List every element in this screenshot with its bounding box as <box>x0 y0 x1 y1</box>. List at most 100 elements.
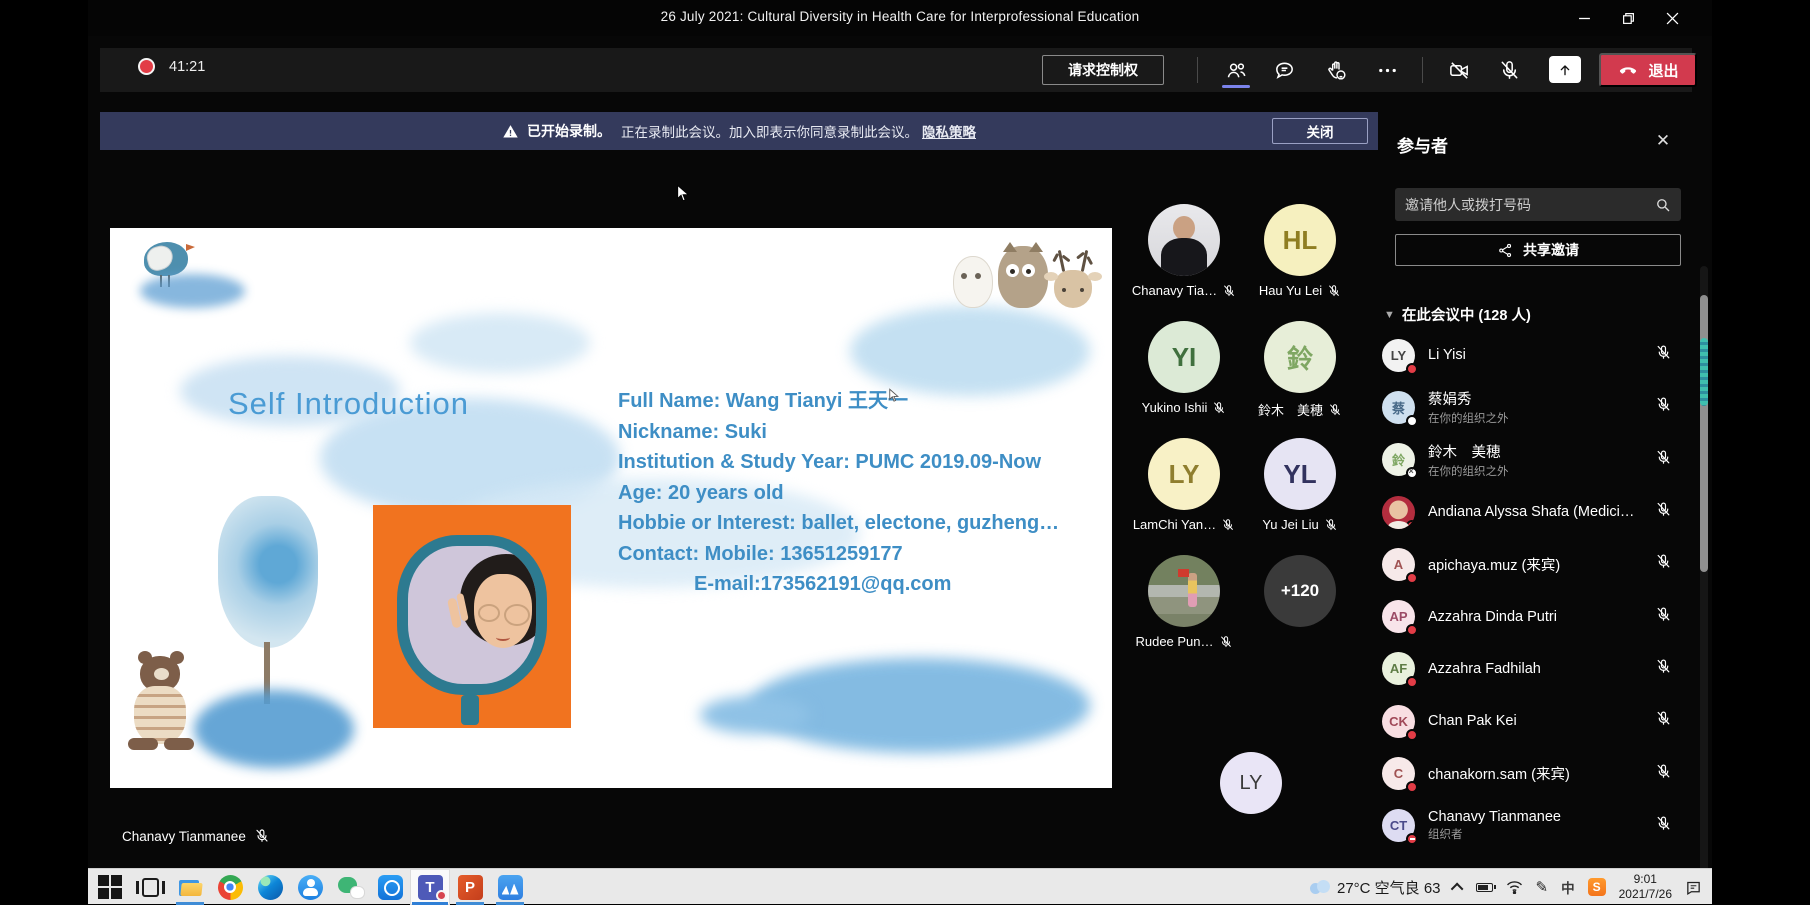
invite-search-input[interactable] <box>1395 197 1654 213</box>
tray-expand-icon[interactable] <box>1450 882 1463 895</box>
chat-button[interactable] <box>1271 58 1297 82</box>
participant-mic-button[interactable] <box>1655 815 1672 837</box>
qqapp-taskbar-button[interactable] <box>370 869 410 905</box>
video-tile-name-row: Yu Jei Liu <box>1262 517 1337 532</box>
restore-button[interactable] <box>1606 0 1650 36</box>
participant-row[interactable]: APAzzahra Dinda Putri <box>1382 590 1684 642</box>
wechat-taskbar-button[interactable] <box>330 869 370 905</box>
participant-row[interactable]: 蔡蔡娟秀在你的组织之外 <box>1382 381 1684 433</box>
start-taskbar-button[interactable] <box>90 869 130 905</box>
participants-button[interactable] <box>1223 58 1249 82</box>
participant-name: Chanavy Tianmanee <box>1428 809 1655 825</box>
participants-panel-title: 参与者 <box>1397 132 1448 157</box>
panel-close-button[interactable]: ✕ <box>1650 128 1676 154</box>
wifi-icon[interactable] <box>1506 880 1523 894</box>
invite-search-box <box>1395 188 1681 221</box>
recording-dot-icon <box>138 58 155 75</box>
explorer-taskbar-button[interactable] <box>170 869 210 905</box>
participant-row[interactable]: Andiana Alyssa Shafa (Medici… <box>1382 486 1684 538</box>
participant-mic-button[interactable] <box>1655 606 1672 628</box>
in-meeting-section-header[interactable]: ▼ 在此会议中 (128 人) <box>1384 304 1531 325</box>
pen-input-icon[interactable]: ✎ <box>1536 878 1549 896</box>
slide-info-line: Institution & Study Year: PUMC 2019.09-N… <box>618 447 1059 478</box>
participant-mic-button[interactable] <box>1655 501 1672 523</box>
slide-info-line: Hobbie or Interest: ballet, electone, gu… <box>618 508 1059 539</box>
ppt-taskbar-button[interactable] <box>450 869 490 905</box>
participant-row[interactable]: CTChanavy Tianmanee组织者 <box>1382 800 1684 852</box>
chrome-taskbar-button[interactable] <box>210 869 250 905</box>
clock[interactable]: 9:01 2021/7/26 <box>1619 872 1672 902</box>
presence-badge <box>1406 729 1418 741</box>
edge-icon <box>258 875 283 900</box>
close-button[interactable] <box>1650 0 1694 36</box>
share-invite-icon <box>1497 242 1514 259</box>
qqbrowser-icon <box>298 875 323 900</box>
participant-row[interactable]: AFAzzahra Fadhilah <box>1382 643 1684 695</box>
overflow-tile[interactable]: +120 <box>1242 555 1358 672</box>
floating-video-tile[interactable]: LY <box>1220 752 1282 814</box>
participant-avatar: LY <box>1382 339 1415 372</box>
banner-close-button[interactable]: 关闭 <box>1272 118 1368 144</box>
privacy-policy-link[interactable]: 隐私策略 <box>922 121 976 141</box>
video-avatar: HL <box>1264 204 1336 276</box>
participant-avatar: 蔡 <box>1382 391 1415 424</box>
screen: 26 July 2021: Cultural Diversity in Heal… <box>88 0 1712 904</box>
scrollbar-thumb[interactable] <box>1700 295 1708 572</box>
mic-toggle-button[interactable] <box>1496 58 1522 82</box>
taskbar-app-icons <box>90 869 530 905</box>
minimize-button[interactable] <box>1562 0 1606 36</box>
participant-row[interactable]: Cchanakorn.sam (来宾) <box>1382 747 1684 799</box>
video-tile[interactable]: 鈴鈴木 美穂 <box>1242 321 1358 438</box>
weather-widget[interactable]: 27°C 空气良 63 <box>1308 877 1441 898</box>
edge-taskbar-button[interactable] <box>250 869 290 905</box>
chat-icon <box>1273 59 1296 82</box>
participant-row[interactable]: CK Chan Pak Kei <box>1382 695 1684 747</box>
date: 2021/7/26 <box>1619 887 1672 902</box>
ppt-icon <box>458 875 483 900</box>
mic-off-icon <box>1655 344 1672 361</box>
reactions-button[interactable] <box>1323 58 1349 82</box>
mic-off-icon <box>1655 396 1672 413</box>
share-screen-button[interactable] <box>1549 56 1581 83</box>
ime-language-indicator[interactable]: 中 <box>1561 877 1575 897</box>
video-tile-name-row: Chanavy Tia… <box>1132 283 1236 298</box>
more-actions-button[interactable] <box>1374 58 1400 82</box>
share-invite-button[interactable]: 共享邀请 <box>1395 234 1681 266</box>
participant-mic-button[interactable] <box>1655 763 1672 785</box>
participant-row[interactable]: 鈴鈴木 美穂在你的组织之外 <box>1382 434 1684 486</box>
video-tile[interactable]: YLYu Jei Liu <box>1242 438 1358 555</box>
participant-row[interactable]: Aapichaya.muz (来宾) <box>1382 538 1684 590</box>
mic-off-icon <box>1655 815 1672 832</box>
teams-taskbar-button[interactable] <box>410 869 450 905</box>
video-tile[interactable]: Chanavy Tia… <box>1126 204 1242 321</box>
participant-mic-button[interactable] <box>1655 710 1672 732</box>
participant-avatar: AF <box>1382 652 1415 685</box>
search-icon[interactable] <box>1654 196 1672 214</box>
video-tile[interactable]: Rudee Pun… <box>1126 555 1242 672</box>
participant-mic-button[interactable] <box>1655 658 1672 680</box>
participant-mic-button[interactable] <box>1655 344 1672 366</box>
battery-icon[interactable] <box>1476 883 1493 892</box>
participant-avatar: CK <box>1382 705 1415 738</box>
qqbrowser-taskbar-button[interactable] <box>290 869 330 905</box>
sogou-input-icon[interactable]: S <box>1588 878 1606 896</box>
slide-info-line: Full Name: Wang Tianyi 王天一 <box>618 386 1059 417</box>
participant-mic-button[interactable] <box>1655 449 1672 471</box>
request-control-button[interactable]: 请求控制权 <box>1042 55 1164 85</box>
mic-off-icon <box>1655 606 1672 623</box>
participant-text: Chan Pak Kei <box>1428 713 1655 729</box>
participant-text: Li Yisi <box>1428 347 1655 363</box>
participant-row[interactable]: LY Li Yisi <box>1382 329 1684 381</box>
notification-center-icon[interactable] <box>1685 879 1702 896</box>
mapp-taskbar-button[interactable] <box>490 869 530 905</box>
participant-mic-button[interactable] <box>1655 553 1672 575</box>
video-tile[interactable]: HL Hau Yu Lei <box>1242 204 1358 321</box>
video-tile[interactable]: YIYukino Ishii <box>1126 321 1242 438</box>
taskview-taskbar-button[interactable] <box>130 869 170 905</box>
camera-toggle-button[interactable] <box>1446 58 1472 82</box>
participant-name: Andiana Alyssa Shafa (Medici… <box>1428 504 1655 520</box>
participant-mic-button[interactable] <box>1655 396 1672 418</box>
video-tile-name: Hau Yu Lei <box>1259 283 1322 298</box>
leave-meeting-button[interactable]: 退出 <box>1599 53 1697 87</box>
video-tile[interactable]: LYLamChi Yan… <box>1126 438 1242 555</box>
